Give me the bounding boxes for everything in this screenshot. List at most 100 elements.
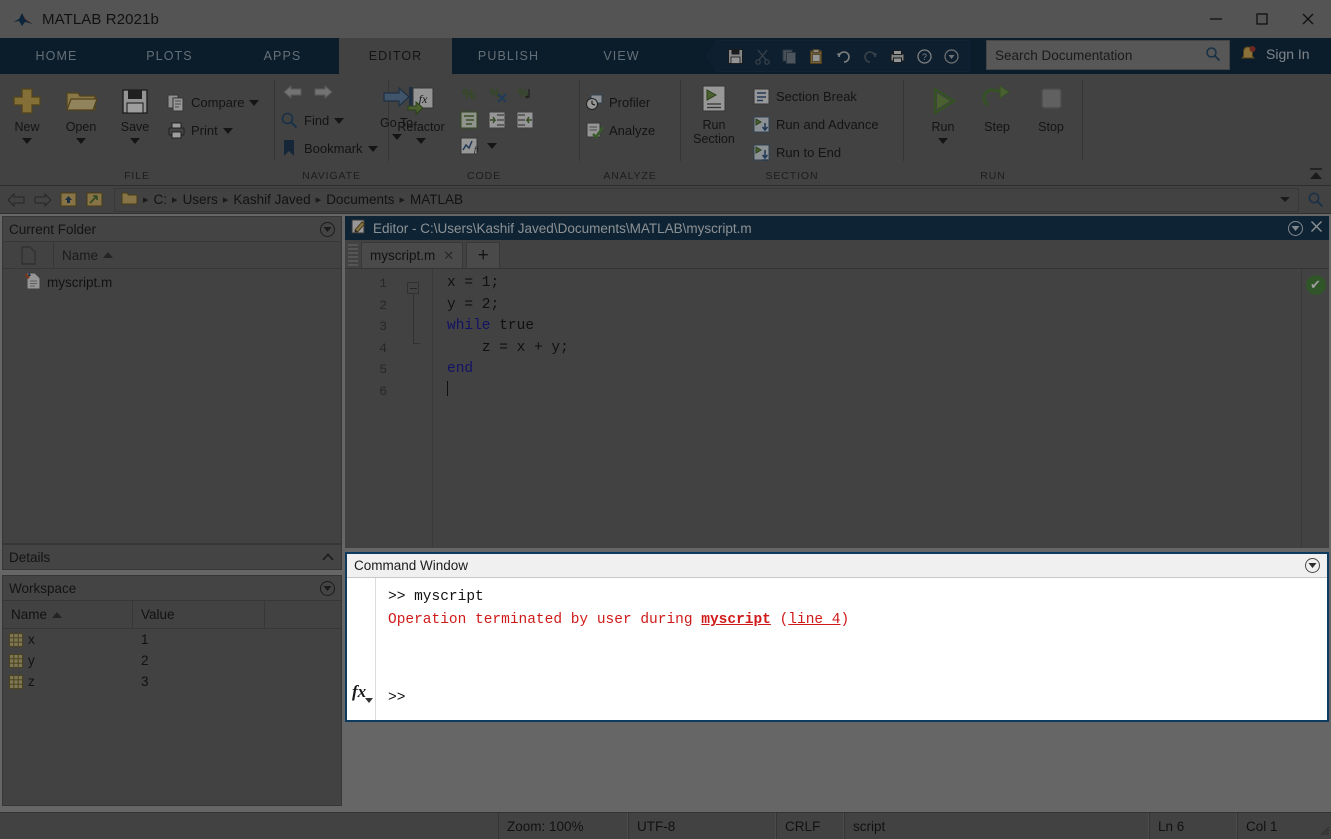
search-icon[interactable] xyxy=(1205,46,1221,65)
find-dropdown-caret[interactable] xyxy=(334,118,345,124)
stop-button[interactable]: Stop xyxy=(1024,80,1078,134)
breadcrumb-item-2[interactable]: Kashif Javed xyxy=(233,192,310,207)
code-text-area[interactable]: x = 1; y = 2; while true z = x + y; end xyxy=(433,269,1301,548)
indent-right-icon[interactable] xyxy=(485,108,509,132)
forward-icon[interactable] xyxy=(32,190,52,210)
close-button[interactable] xyxy=(1285,0,1331,38)
command-window-output[interactable]: >> myscript Operation terminated by user… xyxy=(376,578,1327,720)
new-dropdown-caret[interactable] xyxy=(22,138,32,144)
panel-options-icon[interactable] xyxy=(1305,558,1320,573)
run-and-advance-button[interactable]: Run and Advance xyxy=(747,110,883,138)
table-row[interactable]: z 3 xyxy=(3,671,341,692)
section-break-button[interactable]: Section Break xyxy=(747,82,883,110)
paste-icon[interactable] xyxy=(804,44,828,68)
breadcrumb-item-3[interactable]: Documents xyxy=(326,192,394,207)
wrap-comment-icon[interactable]: % xyxy=(513,82,537,106)
breadcrumb[interactable]: ▸ C: ▸ Users ▸ Kashif Javed ▸ Documents … xyxy=(114,187,1299,212)
bookmark-dropdown-caret[interactable] xyxy=(367,146,378,152)
comment-icon[interactable]: % xyxy=(457,82,481,106)
tab-myscript-m[interactable]: myscript.m ✕ xyxy=(361,242,464,268)
command-window-body[interactable]: fx >> myscript Operation terminated by u… xyxy=(347,578,1327,720)
workspace-col-name[interactable]: Name xyxy=(3,601,133,628)
print-button[interactable]: Print xyxy=(162,116,263,144)
error-script-link[interactable]: myscript xyxy=(701,612,771,628)
error-line-link[interactable]: line 4 xyxy=(788,612,840,628)
status-encoding[interactable]: UTF-8 xyxy=(628,813,776,839)
analyzer-ok-icon[interactable]: ✔ xyxy=(1305,275,1326,295)
status-zoom[interactable]: Zoom: 100% xyxy=(498,813,628,839)
save-icon[interactable] xyxy=(723,44,747,68)
tab-view[interactable]: VIEW xyxy=(565,38,678,74)
copy-icon[interactable] xyxy=(777,44,801,68)
tab-apps[interactable]: APPS xyxy=(226,38,339,74)
chevron-up-icon[interactable] xyxy=(321,550,335,565)
chevron-down-icon[interactable] xyxy=(1278,192,1292,207)
compare-button[interactable]: Compare xyxy=(162,88,263,116)
up-one-level-icon[interactable] xyxy=(58,190,78,210)
tab-bar-grip[interactable] xyxy=(348,244,358,266)
close-icon[interactable] xyxy=(1310,220,1323,236)
undo-icon[interactable] xyxy=(831,44,855,68)
panel-options-icon[interactable] xyxy=(320,580,335,596)
workspace-col-extra[interactable] xyxy=(265,601,341,628)
status-line-ending[interactable]: CRLF xyxy=(776,813,844,839)
breadcrumb-item-0[interactable]: C: xyxy=(154,192,168,207)
browse-folder-icon[interactable] xyxy=(84,190,104,210)
tab-plots[interactable]: PLOTS xyxy=(113,38,226,74)
tab-home[interactable]: HOME xyxy=(0,38,113,74)
breadcrumb-item-1[interactable]: Users xyxy=(183,192,218,207)
breadcrumb-item-4[interactable]: MATLAB xyxy=(410,192,463,207)
search-documentation-box[interactable] xyxy=(986,40,1230,70)
table-row[interactable]: x 1 xyxy=(3,629,341,650)
new-tab-button[interactable]: + xyxy=(466,242,501,268)
indent-left-icon[interactable] xyxy=(513,108,537,132)
profile-code-icon[interactable]: fi xyxy=(457,134,481,158)
back-icon[interactable] xyxy=(6,190,26,210)
close-tab-icon[interactable]: ✕ xyxy=(443,248,454,264)
save-dropdown-caret[interactable] xyxy=(130,138,140,144)
current-folder-name-column[interactable]: Name xyxy=(53,241,341,269)
run-button[interactable]: Run xyxy=(916,80,970,144)
step-button[interactable]: Step xyxy=(970,80,1024,134)
refactor-dropdown-caret[interactable] xyxy=(416,138,426,144)
open-button[interactable]: Open xyxy=(54,80,108,144)
command-prompt[interactable]: >> xyxy=(388,687,405,710)
search-input[interactable] xyxy=(995,47,1205,63)
bookmark-button[interactable]: Bookmark xyxy=(275,134,382,162)
code-dropdown-caret[interactable] xyxy=(487,143,497,149)
save-button[interactable]: Save xyxy=(108,80,162,144)
search-icon[interactable] xyxy=(1305,190,1325,210)
panel-options-icon[interactable] xyxy=(1288,220,1303,236)
bell-icon[interactable] xyxy=(1238,44,1260,66)
sign-in-link[interactable]: Sign In xyxy=(1266,46,1310,62)
table-row[interactable]: y 2 xyxy=(3,650,341,671)
print-icon[interactable] xyxy=(885,44,909,68)
redo-icon[interactable] xyxy=(858,44,882,68)
uncomment-icon[interactable]: % xyxy=(485,82,509,106)
tab-editor[interactable]: EDITOR xyxy=(339,38,452,74)
collapse-ribbon-icon[interactable] xyxy=(1307,165,1325,183)
back-arrow-icon[interactable] xyxy=(283,82,303,102)
details-header[interactable]: Details xyxy=(2,544,342,570)
workspace-col-value[interactable]: Value xyxy=(133,601,265,628)
fx-icon[interactable]: fx xyxy=(352,682,373,703)
help-icon[interactable]: ? xyxy=(912,44,936,68)
minimize-button[interactable] xyxy=(1193,0,1239,38)
new-button[interactable]: New xyxy=(0,80,54,144)
run-dropdown-caret[interactable] xyxy=(938,138,948,144)
analyze-button[interactable]: Analyze xyxy=(580,116,659,144)
run-to-end-button[interactable]: Run to End xyxy=(747,138,883,166)
panel-options-icon[interactable] xyxy=(320,221,335,237)
fold-collapse-icon[interactable] xyxy=(407,282,419,294)
customize-icon[interactable] xyxy=(939,44,963,68)
forward-arrow-icon[interactable] xyxy=(313,82,333,102)
find-button[interactable]: Find xyxy=(275,106,382,134)
print-dropdown-caret[interactable] xyxy=(222,128,233,134)
smart-indent-icon[interactable] xyxy=(457,108,481,132)
cut-icon[interactable] xyxy=(750,44,774,68)
maximize-button[interactable] xyxy=(1239,0,1285,38)
profiler-button[interactable]: Profiler xyxy=(580,88,659,116)
refactor-button[interactable]: fx Refactor xyxy=(389,80,453,144)
list-item[interactable]: myscript.m xyxy=(3,269,341,296)
run-section-button[interactable]: Run Section xyxy=(681,78,747,146)
